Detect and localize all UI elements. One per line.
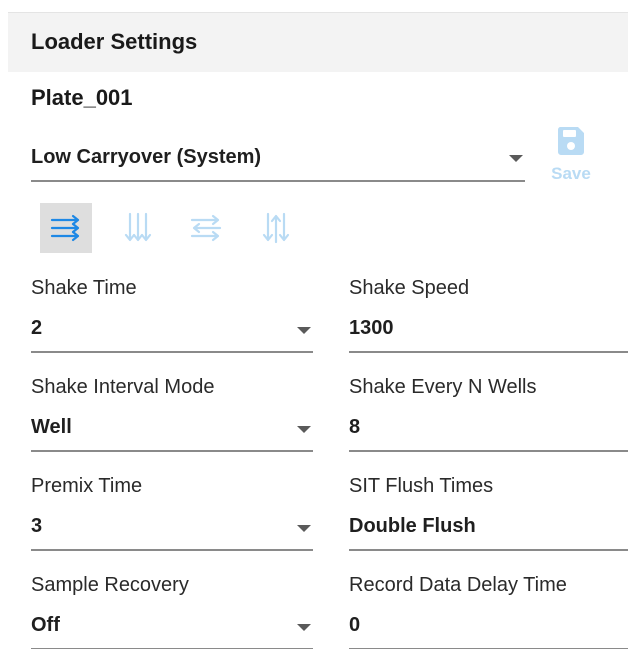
- order-serpentine-column-button[interactable]: [250, 203, 302, 253]
- shake-time-dropdown[interactable]: 2: [31, 305, 313, 353]
- order-row-right-button[interactable]: [40, 203, 92, 253]
- sample-recovery-label: Sample Recovery: [31, 574, 189, 596]
- shake-every-n-wells-label: Shake Every N Wells: [349, 376, 537, 398]
- shake-every-n-wells-dropdown[interactable]: 8: [349, 404, 628, 452]
- shake-interval-mode-dropdown[interactable]: Well: [31, 404, 313, 452]
- panel-header: Loader Settings: [8, 12, 628, 72]
- chevron-down-icon: [297, 426, 311, 433]
- shake-speed-field: Shake Speed 1300: [349, 277, 628, 353]
- save-button[interactable]: Save: [546, 126, 596, 188]
- shake-time-value: 2: [31, 317, 43, 339]
- order-column-down-button[interactable]: [112, 203, 164, 253]
- chevron-down-icon: [297, 624, 311, 631]
- method-dropdown[interactable]: Low Carryover (System): [31, 130, 525, 182]
- record-data-delay-time-dropdown[interactable]: 0: [349, 602, 628, 649]
- shake-time-label: Shake Time: [31, 277, 137, 299]
- shake-interval-mode-field: Shake Interval Mode Well: [31, 376, 313, 452]
- chevron-down-icon: [509, 155, 523, 162]
- arrows-swap-icon: [190, 214, 222, 242]
- sit-flush-times-dropdown[interactable]: Double Flush: [349, 503, 628, 551]
- shake-speed-dropdown[interactable]: 1300: [349, 305, 628, 353]
- premix-time-label: Premix Time: [31, 475, 143, 497]
- sample-recovery-dropdown[interactable]: Off: [31, 602, 313, 649]
- panel-title: Loader Settings: [31, 29, 198, 54]
- plate-name: Plate_001: [31, 85, 133, 110]
- shake-speed-label: Shake Speed: [349, 277, 470, 299]
- sample-recovery-value: Off: [31, 614, 60, 636]
- premix-time-field: Premix Time 3: [31, 475, 313, 551]
- sample-recovery-field: Sample Recovery Off: [31, 574, 313, 649]
- order-serpentine-row-button[interactable]: [180, 203, 232, 253]
- shake-time-field: Shake Time 2: [31, 277, 313, 353]
- shake-speed-value: 1300: [349, 317, 394, 339]
- premix-time-value: 3: [31, 515, 43, 537]
- shake-every-n-wells-field: Shake Every N Wells 8: [349, 376, 628, 452]
- shake-interval-mode-label: Shake Interval Mode: [31, 376, 215, 398]
- arrows-down-icon: [124, 212, 152, 242]
- arrows-right-icon: [50, 214, 80, 242]
- sit-flush-times-label: SIT Flush Times: [349, 475, 494, 497]
- sit-flush-times-value: Double Flush: [349, 515, 476, 537]
- record-data-delay-time-value: 0: [349, 614, 361, 636]
- save-button-label: Save: [551, 164, 591, 183]
- arrows-updown-icon: [262, 212, 290, 244]
- premix-time-dropdown[interactable]: 3: [31, 503, 313, 551]
- shake-interval-mode-value: Well: [31, 416, 72, 438]
- method-dropdown-value: Low Carryover (System): [31, 146, 262, 168]
- save-icon: [557, 127, 584, 155]
- shake-every-n-wells-value: 8: [349, 416, 361, 438]
- chevron-down-icon: [297, 525, 311, 532]
- record-data-delay-time-label: Record Data Delay Time: [349, 574, 567, 596]
- sit-flush-times-field: SIT Flush Times Double Flush: [349, 475, 628, 551]
- chevron-down-icon: [297, 327, 311, 334]
- record-data-delay-time-field: Record Data Delay Time 0: [349, 574, 628, 649]
